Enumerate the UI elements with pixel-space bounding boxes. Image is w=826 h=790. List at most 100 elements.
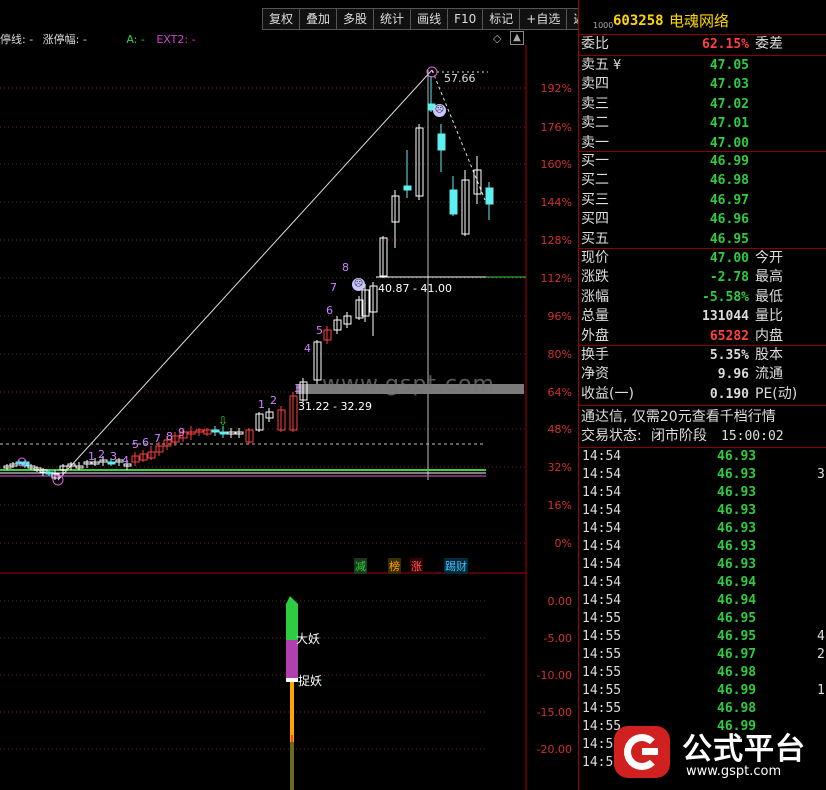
tick-time: 14:54: [582, 467, 622, 482]
quote-value: -5.58%: [702, 289, 749, 305]
tick-time: 14:55: [582, 611, 622, 626]
down-arrow-icon: ⇩: [218, 414, 229, 428]
asks-row[interactable]: 卖四 47.03: [579, 75, 826, 94]
stats-row[interactable]: 换手 5.35% 股本: [579, 346, 826, 365]
y-axis-label: 192%: [541, 82, 572, 95]
asks-label: 卖三: [581, 95, 609, 112]
notice-text[interactable]: 通达信, 仅需20元查看千档行情: [581, 408, 776, 427]
quote-label: 总量: [581, 308, 609, 325]
toolbar-button-7[interactable]: +自选: [519, 8, 568, 30]
candle-body[interactable]: [437, 133, 446, 151]
kline-chart[interactable]: 停线: - 涨停幅: - A: - EXT2: - ◇ ▲ 192% 176% 16…: [0, 0, 578, 790]
quote-row[interactable]: 现价 47.00 今开: [579, 249, 826, 268]
toolbar-button-2[interactable]: 多股: [336, 8, 375, 30]
toolbar-button-6[interactable]: 标记: [482, 8, 521, 30]
toolbar-button-0[interactable]: 复权: [262, 8, 301, 30]
bids-row[interactable]: 买三 46.97: [579, 191, 826, 210]
quote-label: 涨幅: [581, 288, 609, 305]
bids-value: 46.97: [709, 192, 749, 208]
sub-axis-label: -15.00: [537, 706, 572, 719]
tick-row[interactable]: 14:54 46.93: [579, 538, 826, 556]
bids-value: 46.96: [709, 212, 749, 228]
tick-row[interactable]: 14:54 46.93: [579, 556, 826, 574]
quote-panel: 1000 603258 电魂网络 委比 62.15% 委差 卖五 ¥47.05 卖四…: [578, 0, 826, 790]
weibi-label: 委比: [581, 36, 609, 52]
toolbar-button-4[interactable]: 画线: [410, 8, 449, 30]
stats-row[interactable]: 收益(一) 0.190 PE(动): [579, 385, 826, 404]
y-axis-label: 144%: [541, 196, 572, 209]
tick-row[interactable]: 14:54 46.94: [579, 592, 826, 610]
tick-price: 46.93: [717, 539, 757, 554]
status-time: 15:00:02: [721, 429, 784, 444]
bids-label: 买二: [581, 172, 609, 189]
quote-label: 涨跌: [581, 269, 609, 286]
quote-row[interactable]: 总量 131044 量比: [579, 307, 826, 326]
tick-row[interactable]: 14:54 46.93: [579, 448, 826, 466]
bids-label: 买五: [581, 230, 609, 247]
seq-number: 2: [270, 394, 277, 407]
bids-label: 买四: [581, 211, 609, 228]
tick-price: 46.93: [717, 521, 757, 536]
bids-row[interactable]: 买二 46.98: [579, 171, 826, 190]
notice-row[interactable]: 通达信, 仅需20元查看千档行情: [579, 408, 826, 427]
range-label-lower: 31.22 - 32.29: [298, 400, 372, 413]
bids-value: 46.95: [709, 231, 749, 247]
tick-time: 14:54: [582, 557, 622, 572]
tag-zhuoyao: 捉妖: [298, 674, 323, 688]
asks-row[interactable]: 卖二 47.01: [579, 114, 826, 133]
asks-value: 47.01: [709, 116, 749, 132]
quote-row[interactable]: 涨跌 -2.78 最高: [579, 268, 826, 287]
mini-tag-jian: 减: [354, 558, 367, 574]
candle-body[interactable]: [403, 185, 412, 191]
tick-price: 46.93: [717, 557, 757, 572]
tick-price: 46.93: [717, 467, 757, 482]
bids-row[interactable]: 买五 46.95: [579, 230, 826, 249]
asks-row[interactable]: 卖三 47.02: [579, 95, 826, 114]
candle-body[interactable]: [485, 187, 494, 205]
toolbar-button-3[interactable]: 统计: [373, 8, 412, 30]
tick-time: 14:55: [582, 629, 622, 644]
asks-row[interactable]: 卖五 ¥47.05: [579, 56, 826, 75]
currency-mark-icon: ¥: [613, 58, 622, 73]
bids-row[interactable]: 买一 46.99: [579, 152, 826, 171]
candle-body[interactable]: [449, 189, 458, 215]
bids-value: 46.99: [709, 154, 749, 169]
tag-dayao: 大妖: [296, 632, 321, 646]
tick-row[interactable]: 14:55 46.99 1: [579, 682, 826, 700]
bids-row[interactable]: 买四 46.96: [579, 210, 826, 229]
tick-row[interactable]: 14:54 46.93: [579, 502, 826, 520]
tick-row[interactable]: 14:55 46.97 2: [579, 646, 826, 664]
candle-body[interactable]: [219, 431, 228, 435]
tick-row[interactable]: 14:55 46.95 4: [579, 628, 826, 646]
toolbar-button-5[interactable]: F10: [447, 8, 484, 30]
tick-time: 14:54: [582, 593, 622, 608]
tick-row[interactable]: 14:54 46.93 3: [579, 466, 826, 484]
asks-row[interactable]: 卖一 47.00: [579, 134, 826, 153]
brand-name: 公式平台: [682, 732, 806, 767]
tick-time: 14:54: [582, 449, 622, 464]
tick-row[interactable]: 14:55 46.98: [579, 700, 826, 718]
tick-row[interactable]: 14:54 46.93: [579, 520, 826, 538]
tick-row[interactable]: 14:54 46.94: [579, 574, 826, 592]
quote-label2: 最低: [755, 288, 783, 305]
quote-label2: 量比: [755, 308, 783, 325]
seq-number: 7: [330, 281, 337, 294]
tick-row[interactable]: 14:54 46.93: [579, 484, 826, 502]
seq-number: 1: [88, 450, 95, 463]
seq-number: 3: [110, 450, 117, 463]
stats-label: 收益(一): [581, 385, 634, 402]
quote-row[interactable]: 外盘 65282 内盘: [579, 327, 826, 346]
seq-number: 7: [154, 432, 161, 445]
tick-row[interactable]: 14:55 46.98: [579, 664, 826, 682]
stats-row[interactable]: 净资 9.96 流通: [579, 365, 826, 384]
quote-label2: 内盘: [755, 327, 783, 344]
tick-row[interactable]: 14:55 46.95: [579, 610, 826, 628]
quote-row[interactable]: 涨幅 -5.58% 最低: [579, 288, 826, 307]
toolbar-button-1[interactable]: 叠加: [299, 8, 338, 30]
tick-time: 14:54: [582, 485, 622, 500]
tick-price: 46.93: [717, 449, 757, 464]
bids-label: 买一: [581, 153, 609, 169]
stock-prefix: 1000: [593, 21, 614, 30]
candle-body[interactable]: [211, 429, 220, 433]
tick-volume: 1: [817, 683, 825, 698]
